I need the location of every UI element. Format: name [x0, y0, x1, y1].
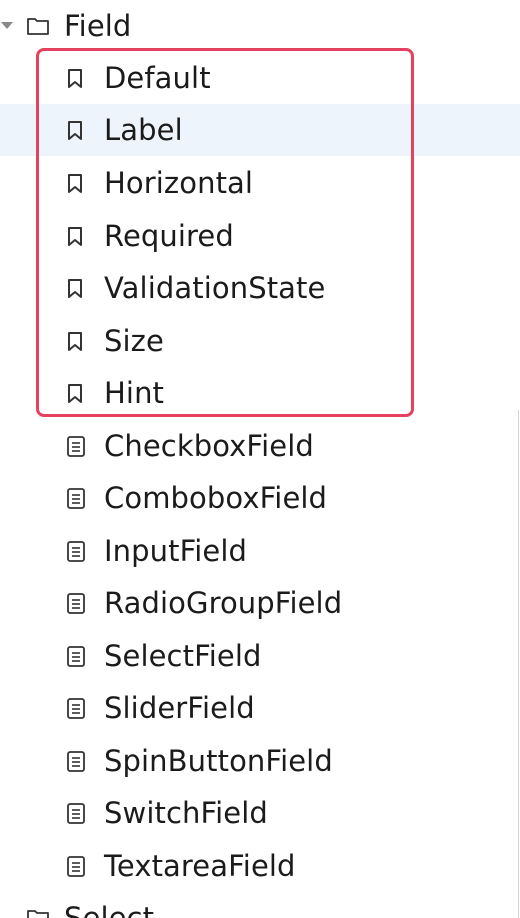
bookmark-icon — [64, 223, 86, 249]
tree-story-label: Horizontal — [104, 166, 254, 200]
tree-story-label: Size — [104, 324, 164, 358]
tree-story-item[interactable]: Hint — [0, 367, 520, 419]
bookmark-icon — [64, 65, 86, 91]
document-icon — [64, 800, 88, 826]
tree-doc-label: CheckboxField — [104, 429, 314, 463]
tree-doc-label: ComboboxField — [104, 481, 328, 515]
tree-folder-label: Field — [64, 9, 132, 43]
tree-doc-item[interactable]: RadioGroupField — [0, 577, 520, 629]
tree-doc-label: SelectField — [104, 639, 262, 673]
bookmark-icon — [64, 275, 86, 301]
tree-doc-item[interactable]: CheckboxField — [0, 420, 520, 472]
folder-icon — [25, 905, 51, 918]
story-tree: Field Default Label Horizontal Required … — [0, 0, 520, 918]
document-icon — [64, 748, 88, 774]
tree-doc-item[interactable]: ComboboxField — [0, 472, 520, 524]
tree-story-item-selected[interactable]: Label — [0, 104, 520, 156]
tree-folder-field[interactable]: Field — [0, 0, 520, 52]
tree-story-label: Label — [104, 113, 183, 147]
tree-story-label: Required — [104, 219, 234, 253]
tree-doc-item[interactable]: SwitchField — [0, 787, 520, 839]
tree-doc-item[interactable]: SelectField — [0, 630, 520, 682]
tree-story-item[interactable]: ValidationState — [0, 262, 520, 314]
panel-divider — [518, 410, 519, 918]
tree-story-item[interactable]: Size — [0, 315, 520, 367]
tree-doc-item[interactable]: SpinButtonField — [0, 735, 520, 787]
tree-story-item[interactable]: Horizontal — [0, 157, 520, 209]
tree-story-item[interactable]: Required — [0, 210, 520, 262]
tree-doc-item[interactable]: InputField — [0, 525, 520, 577]
document-icon — [64, 643, 88, 669]
document-icon — [64, 695, 88, 721]
tree-story-label: Default — [104, 61, 211, 95]
tree-doc-label: SpinButtonField — [104, 744, 333, 778]
bookmark-icon — [64, 380, 86, 406]
document-icon — [64, 433, 88, 459]
caret-down-icon[interactable] — [0, 18, 14, 32]
document-icon — [64, 538, 88, 564]
document-icon — [64, 853, 88, 879]
tree-story-label: ValidationState — [104, 271, 326, 305]
bookmark-icon — [64, 170, 86, 196]
tree-doc-label: SwitchField — [104, 796, 268, 830]
tree-doc-label: SliderField — [104, 691, 255, 725]
folder-icon — [25, 13, 51, 39]
document-icon — [64, 590, 88, 616]
tree-story-item[interactable]: Default — [0, 52, 520, 104]
tree-doc-label: InputField — [104, 534, 248, 568]
tree-folder-select[interactable]: Select — [0, 892, 520, 918]
tree-folder-label: Select — [64, 901, 155, 918]
bookmark-icon — [64, 328, 86, 354]
tree-story-label: Hint — [104, 376, 165, 410]
tree-doc-item[interactable]: SliderField — [0, 682, 520, 734]
tree-doc-label: TextareaField — [104, 849, 296, 883]
tree-doc-label: RadioGroupField — [104, 586, 343, 620]
document-icon — [64, 485, 88, 511]
bookmark-icon — [64, 117, 86, 143]
tree-doc-item[interactable]: TextareaField — [0, 840, 520, 892]
